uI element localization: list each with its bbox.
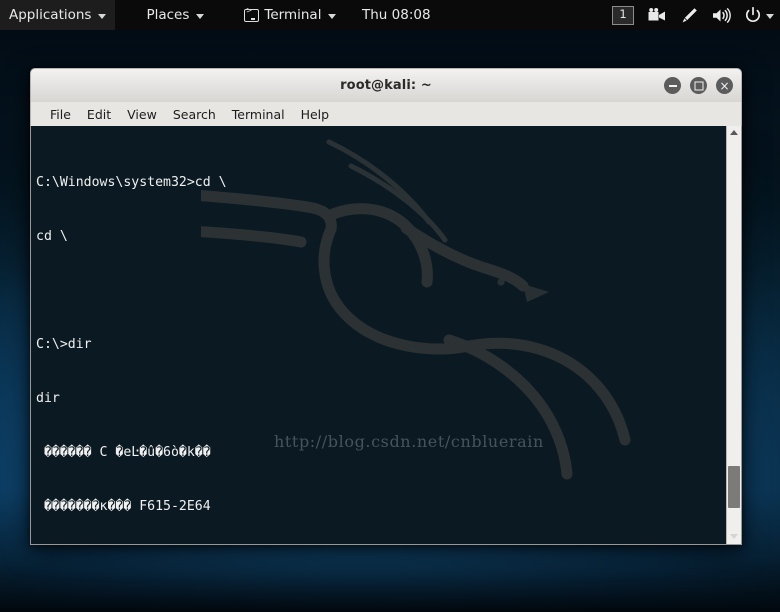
terminal-output-area[interactable]: http://blog.csdn.net/cnbluerain C:\Windo…	[30, 126, 742, 545]
desktop: Applications Places Terminal Thu 08:08 1	[0, 0, 780, 612]
power-menu[interactable]	[739, 0, 776, 30]
pen-glyph	[682, 7, 697, 22]
top-panel: Applications Places Terminal Thu 08:08 1	[0, 0, 780, 30]
menu-terminal[interactable]: Terminal	[224, 105, 293, 124]
system-tray: 1	[606, 0, 776, 30]
terminal-scrollbar[interactable]	[726, 126, 741, 544]
menu-places[interactable]: Places	[137, 0, 213, 30]
clock-label: Thu 08:08	[362, 7, 431, 23]
terminal-line: cd \	[36, 229, 68, 244]
maximize-icon	[694, 81, 703, 90]
terminal-line: ������ C �eĿ�û�6ò�k��	[36, 445, 211, 460]
terminal-label: Terminal	[264, 7, 322, 23]
terminal-line: �������к��� F615-2E64	[36, 499, 211, 514]
speaker-glyph	[713, 7, 731, 23]
terminal-icon	[244, 6, 260, 22]
menu-view[interactable]: View	[119, 105, 165, 124]
clock[interactable]: Thu 08:08	[362, 0, 431, 30]
workspace-number: 1	[612, 5, 634, 25]
terminal-window[interactable]: root@kali: ~ × File Edit View Search Ter…	[30, 68, 742, 545]
chevron-down-icon	[98, 13, 107, 19]
video-camera-glyph	[648, 8, 665, 21]
close-icon: ×	[719, 78, 730, 93]
places-label: Places	[146, 7, 190, 23]
menu-terminal[interactable]: Terminal	[235, 0, 345, 30]
video-camera-icon[interactable]	[642, 0, 673, 30]
menu-edit[interactable]: Edit	[79, 105, 119, 124]
arrow-up-glyph	[730, 130, 738, 135]
speaker-icon[interactable]	[706, 0, 737, 30]
terminal-text: C:\Windows\system32>cd \ cd \ C:\>dir di…	[31, 126, 473, 544]
terminal-line: dir	[36, 391, 60, 406]
window-titlebar[interactable]: root@kali: ~ ×	[30, 68, 742, 102]
workspace-switcher[interactable]: 1	[606, 0, 640, 30]
scroll-down-arrow-icon[interactable]	[727, 530, 741, 543]
menu-help[interactable]: Help	[293, 105, 338, 124]
chevron-down-icon	[196, 13, 205, 19]
minimize-button[interactable]	[664, 77, 681, 94]
applications-label: Applications	[9, 7, 92, 23]
terminal-line: C:\>dir	[36, 337, 92, 352]
scrollbar-thumb[interactable]	[728, 466, 740, 508]
window-title: root@kali: ~	[340, 78, 432, 93]
window-controls: ×	[664, 69, 733, 102]
menu-applications[interactable]: Applications	[0, 0, 116, 30]
power-icon	[746, 7, 760, 22]
menu-file[interactable]: File	[42, 105, 79, 124]
menu-search[interactable]: Search	[165, 105, 224, 124]
maximize-button[interactable]	[690, 77, 707, 94]
close-button[interactable]: ×	[716, 77, 733, 94]
pen-icon[interactable]	[675, 0, 704, 30]
terminal-line: C:\Windows\system32>cd \	[36, 175, 227, 190]
chevron-down-icon	[328, 13, 337, 19]
minimize-icon	[668, 84, 677, 87]
chevron-down-icon	[766, 13, 774, 19]
arrow-down-glyph	[730, 534, 738, 539]
scroll-up-arrow-icon[interactable]	[727, 126, 741, 139]
menu-bar: File Edit View Search Terminal Help	[30, 102, 742, 126]
